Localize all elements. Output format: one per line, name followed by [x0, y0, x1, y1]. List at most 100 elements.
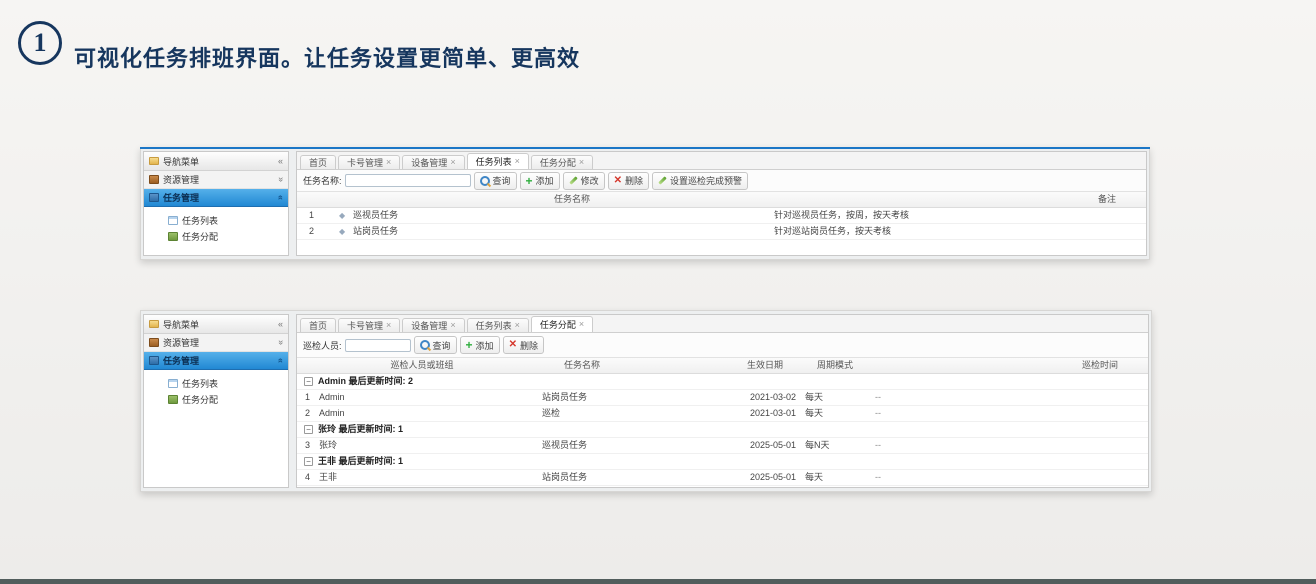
- close-tab-icon[interactable]: ×: [515, 321, 520, 330]
- cell-task-name: 站岗员任务: [542, 470, 587, 485]
- collapse-group-icon[interactable]: −: [304, 377, 313, 386]
- group-label: Admin 最后更新时间: 2: [318, 374, 413, 389]
- collapse-group-icon[interactable]: −: [304, 425, 313, 434]
- column-header-date[interactable]: 生效日期: [725, 358, 805, 373]
- query-button[interactable]: 查询: [474, 172, 517, 190]
- group-label: 张玲 最后更新时间: 1: [318, 422, 403, 437]
- chevron-up-icon[interactable]: «: [276, 195, 285, 200]
- close-tab-icon[interactable]: ×: [450, 321, 455, 330]
- task-list-icon: [168, 379, 178, 388]
- modify-button[interactable]: 修改: [563, 172, 605, 190]
- sidebar-item-task-list[interactable]: 任务列表: [144, 212, 288, 228]
- schedule-marker-icon: ◆: [339, 224, 345, 239]
- table-row[interactable]: 2 ◆ 站岗员任务 针对巡站岗员任务，按天考核: [297, 224, 1146, 240]
- sidebar-item-task-assign[interactable]: 任务分配: [144, 391, 288, 407]
- table-row[interactable]: 1 Admin 站岗员任务 2021-03-02 每天 --: [297, 390, 1148, 406]
- tab-device-manage[interactable]: 设备管理×: [402, 318, 464, 332]
- tab-label: 卡号管理: [347, 156, 383, 169]
- tab-label: 卡号管理: [347, 319, 383, 332]
- inspector-input[interactable]: [345, 339, 411, 352]
- collapse-group-icon[interactable]: −: [304, 457, 313, 466]
- screenshot-task-assign-window: 导航菜单 « 资源管理 « 任务管理 « 任务列表 任务分配: [140, 310, 1152, 492]
- close-tab-icon[interactable]: ×: [386, 158, 391, 167]
- window-top-border: [140, 147, 1150, 149]
- tab-task-list[interactable]: 任务列表×: [467, 318, 529, 332]
- cell-cycle-mode: 每天: [805, 390, 823, 405]
- main-panel: 首页 卡号管理× 设备管理× 任务列表× 任务分配× 任务名称: 查询 +添加 …: [296, 151, 1147, 256]
- screenshot-task-list-window: 导航菜单 « 资源管理 « 任务管理 « 任务列表 任务分配: [140, 147, 1150, 260]
- close-tab-icon[interactable]: ×: [386, 321, 391, 330]
- plus-icon: +: [466, 339, 473, 351]
- inspector-label: 巡检人员:: [303, 339, 342, 352]
- task-list-icon: [168, 216, 178, 225]
- column-header-remark[interactable]: 备注: [1067, 192, 1147, 207]
- sidebar-item-task-assign[interactable]: 任务分配: [144, 228, 288, 244]
- delete-button[interactable]: ✕删除: [503, 336, 544, 354]
- cell-effective-date: 2021-03-02: [750, 390, 796, 405]
- pencil-icon: [569, 176, 577, 184]
- cell-task-name: 巡视员任务: [353, 208, 398, 223]
- cell-task-name: 站岗员任务: [353, 224, 398, 239]
- cell-row-number: 3: [305, 438, 310, 453]
- set-inspection-warning-button[interactable]: 设置巡检完成预警: [652, 172, 748, 190]
- chevron-down-icon[interactable]: «: [276, 340, 285, 345]
- task-list-toolbar: 任务名称: 查询 +添加 修改 ✕删除 设置巡检完成预警: [297, 170, 1146, 192]
- table-row[interactable]: 1 ◆ 巡视员任务 针对巡视员任务，按周，按天考核: [297, 208, 1146, 224]
- tab-card-manage[interactable]: 卡号管理×: [338, 318, 400, 332]
- cell-effective-date: 2025-05-01: [750, 470, 796, 485]
- sidebar-item-label: 任务分配: [182, 393, 218, 406]
- tab-card-manage[interactable]: 卡号管理×: [338, 155, 400, 169]
- tab-label: 任务分配: [540, 156, 576, 169]
- table-header-row: 巡检人员或班组 任务名称 生效日期 周期模式 巡检时间: [297, 358, 1148, 374]
- delete-button[interactable]: ✕删除: [608, 172, 649, 190]
- add-button[interactable]: +添加: [520, 172, 560, 190]
- collapse-sidebar-icon[interactable]: «: [278, 320, 283, 329]
- tab-label: 首页: [309, 156, 327, 169]
- task-assign-icon: [168, 395, 178, 404]
- column-header-task-name[interactable]: 任务名称: [297, 192, 847, 207]
- tab-strip: 首页 卡号管理× 设备管理× 任务列表× 任务分配×: [297, 152, 1146, 170]
- close-tab-icon[interactable]: ×: [579, 320, 584, 329]
- collapse-sidebar-icon[interactable]: «: [278, 157, 283, 166]
- sidebar-group-resource[interactable]: 资源管理 «: [144, 334, 288, 352]
- button-label: 添加: [476, 339, 494, 352]
- sidebar-group-resource[interactable]: 资源管理 «: [144, 171, 288, 189]
- chevron-down-icon[interactable]: «: [276, 177, 285, 182]
- tab-home[interactable]: 首页: [300, 318, 336, 332]
- column-header-cycle[interactable]: 周期模式: [795, 358, 875, 373]
- tab-task-assign[interactable]: 任务分配×: [531, 155, 593, 169]
- sidebar-group-task[interactable]: 任务管理 «: [144, 189, 288, 207]
- column-header-time[interactable]: 巡检时间: [1050, 358, 1149, 373]
- tab-task-assign[interactable]: 任务分配×: [531, 316, 593, 332]
- tab-label: 任务分配: [540, 318, 576, 331]
- tab-device-manage[interactable]: 设备管理×: [402, 155, 464, 169]
- sidebar-group-task[interactable]: 任务管理 «: [144, 352, 288, 370]
- query-button[interactable]: 查询: [414, 336, 457, 354]
- group-row[interactable]: − 张玲 最后更新时间: 1: [297, 422, 1148, 438]
- sidebar-item-task-list[interactable]: 任务列表: [144, 375, 288, 391]
- nav-sidebar: 导航菜单 « 资源管理 « 任务管理 « 任务列表 任务分配: [143, 151, 289, 256]
- table-row[interactable]: 2 Admin 巡检 2021-03-01 每天 --: [297, 406, 1148, 422]
- add-button[interactable]: +添加: [460, 336, 500, 354]
- step-number-badge: 1: [18, 21, 62, 65]
- chevron-up-icon[interactable]: «: [276, 358, 285, 363]
- cell-remark: 针对巡视员任务，按周，按天考核: [774, 208, 909, 223]
- close-tab-icon[interactable]: ×: [515, 157, 520, 166]
- cell-row-number: 1: [309, 208, 314, 223]
- tab-home[interactable]: 首页: [300, 155, 336, 169]
- tab-task-list[interactable]: 任务列表×: [467, 153, 529, 169]
- close-tab-icon[interactable]: ×: [579, 158, 584, 167]
- close-tab-icon[interactable]: ×: [450, 158, 455, 167]
- cell-row-number: 1: [305, 390, 310, 405]
- column-header-task-name[interactable]: 任务名称: [482, 358, 682, 373]
- group-row[interactable]: − 王非 最后更新时间: 1: [297, 454, 1148, 470]
- cell-row-number: 2: [305, 406, 310, 421]
- sidebar-group-label: 资源管理: [163, 173, 274, 186]
- tab-label: 首页: [309, 319, 327, 332]
- resource-icon: [149, 175, 159, 184]
- table-row[interactable]: 4 王非 站岗员任务 2025-05-01 每天 --: [297, 470, 1148, 486]
- table-row[interactable]: 3 张玲 巡视员任务 2025-05-01 每N天 --: [297, 438, 1148, 454]
- group-row[interactable]: − Admin 最后更新时间: 2: [297, 374, 1148, 390]
- task-name-input[interactable]: [345, 174, 471, 187]
- cell-task-name: 巡视员任务: [542, 438, 587, 453]
